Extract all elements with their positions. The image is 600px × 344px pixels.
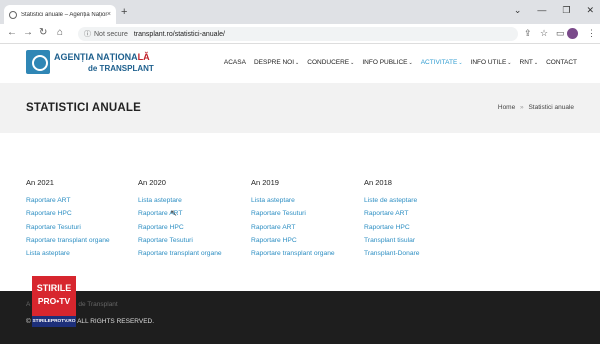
warning-icon: ⓘ bbox=[84, 31, 91, 38]
site-logo[interactable]: AGENȚIA NAȚIONALĂ de TRANSPLANT bbox=[26, 50, 154, 78]
menu-dots-icon[interactable]: ⋮ bbox=[587, 28, 596, 39]
nav-item-acasa[interactable]: ACASA bbox=[224, 59, 246, 66]
stat-link[interactable]: Raportare HPC bbox=[138, 221, 222, 234]
year-column-2021: An 2021 Raportare ART Raportare HPC Rapo… bbox=[26, 178, 110, 260]
stat-link[interactable]: Raportare ART bbox=[26, 194, 110, 207]
statistics-content: An 2021 Raportare ART Raportare HPC Rapo… bbox=[0, 133, 600, 291]
stat-link[interactable]: Raportare Tesuturi bbox=[251, 207, 335, 220]
breadcrumb: Home » Statistici anuale bbox=[498, 104, 574, 111]
stat-link[interactable]: Raportare ART bbox=[251, 221, 335, 234]
tab-title: Statistici anuale – Agenția Națion... bbox=[21, 11, 107, 18]
share-icon[interactable]: ⇪ bbox=[524, 28, 532, 39]
home-icon[interactable]: ⌂ bbox=[57, 27, 63, 38]
profile-avatar[interactable] bbox=[567, 28, 578, 39]
breadcrumb-separator: » bbox=[520, 104, 524, 111]
stat-link[interactable]: Raportare ART bbox=[138, 207, 222, 220]
year-column-2019: An 2019 Lista asteptare Raportare Tesutu… bbox=[251, 178, 335, 260]
stat-link[interactable]: Raportare ART bbox=[364, 207, 420, 220]
page-title: STATISTICI ANUALE bbox=[26, 102, 141, 114]
year-heading: An 2020 bbox=[138, 178, 166, 187]
back-icon[interactable]: ← bbox=[7, 27, 17, 38]
chevron-down-icon: ⌄ bbox=[507, 60, 512, 66]
url-text: transplant.ro/statistici-anuale/ bbox=[133, 30, 225, 38]
watermark-bottom: STIRILEPROTV.RO bbox=[32, 316, 76, 327]
globe-icon bbox=[9, 10, 17, 19]
stat-link[interactable]: Raportare transplant organe bbox=[26, 234, 110, 247]
nav-item-conducere[interactable]: CONDUCERE⌄ bbox=[307, 59, 354, 66]
forward-icon[interactable]: → bbox=[23, 27, 33, 38]
page-title-band: STATISTICI ANUALE Home » Statistici anua… bbox=[0, 83, 600, 133]
main-nav: ACASA DESPRE NOI⌄ CONDUCERE⌄ INFO PUBLICE⌄ A… bbox=[224, 59, 577, 66]
window-controls: ⌄ — ❐ ✕ bbox=[514, 5, 594, 16]
site-footer: Ade Transplant © 22 . ALL RIGHTS RESERVED… bbox=[0, 291, 600, 344]
logo-mark-icon bbox=[26, 50, 50, 74]
chevron-down-icon: ⌄ bbox=[533, 60, 539, 66]
reload-icon[interactable]: ↻ bbox=[39, 27, 47, 38]
stat-link[interactable]: Raportare HPC bbox=[364, 221, 420, 234]
bookmark-star-icon[interactable]: ☆ bbox=[540, 28, 548, 39]
minimize-icon[interactable]: — bbox=[537, 5, 546, 16]
chevron-down-icon: ⌄ bbox=[295, 60, 300, 66]
chevron-down-icon: ⌄ bbox=[408, 60, 413, 66]
url-field[interactable]: ⓘ Not secure transplant.ro/statistici-an… bbox=[78, 27, 518, 41]
nav-item-info-publice[interactable]: INFO PUBLICE⌄ bbox=[362, 59, 412, 66]
site-header: AGENȚIA NAȚIONALĂ de TRANSPLANT ACASA DES… bbox=[0, 44, 600, 83]
year-heading: An 2018 bbox=[364, 178, 392, 187]
chevron-down-icon: ⌄ bbox=[458, 60, 463, 66]
year-heading: An 2021 bbox=[26, 178, 54, 187]
logo-line1: AGENȚIA NAȚIONALĂ bbox=[54, 52, 150, 62]
stat-link[interactable]: Raportare HPC bbox=[26, 207, 110, 220]
tab-search-icon[interactable]: ⌄ bbox=[514, 5, 522, 16]
stat-link[interactable]: Lista asteptare bbox=[26, 247, 110, 260]
address-bar-row: ← → ↻ ⌂ ⓘ Not secure transplant.ro/stati… bbox=[0, 24, 600, 44]
mouse-cursor-icon: ↖ bbox=[170, 208, 178, 218]
stat-link[interactable]: Raportare HPC bbox=[251, 234, 335, 247]
sidebar-icon[interactable]: ▭ bbox=[556, 28, 565, 39]
stat-link[interactable]: Raportare Tesuturi bbox=[138, 234, 222, 247]
nav-item-rnt[interactable]: RNT⌄ bbox=[520, 59, 539, 66]
new-tab-button[interactable]: + bbox=[121, 6, 127, 18]
breadcrumb-home[interactable]: Home bbox=[498, 104, 515, 111]
browser-tab[interactable]: Statistici anuale – Agenția Națion... × bbox=[4, 5, 116, 24]
logo-line2: de TRANSPLANT bbox=[88, 64, 154, 73]
restore-icon[interactable]: ❐ bbox=[562, 5, 570, 16]
nav-item-info-utile[interactable]: INFO UTILE⌄ bbox=[471, 59, 512, 66]
nav-item-despre-noi[interactable]: DESPRE NOI⌄ bbox=[254, 59, 299, 66]
stat-link[interactable]: Raportare transplant organe bbox=[138, 247, 222, 260]
nav-item-contact[interactable]: CONTACT bbox=[546, 59, 577, 66]
year-column-2018: An 2018 Liste de asteptare Raportare ART… bbox=[364, 178, 420, 260]
year-heading: An 2019 bbox=[251, 178, 279, 187]
year-column-2020: An 2020 Lista asteptare Raportare ART Ra… bbox=[138, 178, 222, 260]
tab-close-icon[interactable]: × bbox=[107, 11, 111, 18]
watermark-top: STIRILE PRO•TV bbox=[32, 276, 76, 316]
stat-link[interactable]: Lista asteptare bbox=[251, 194, 335, 207]
stat-link[interactable]: Transplant-Donare bbox=[364, 247, 420, 260]
stat-link[interactable]: Liste de asteptare bbox=[364, 194, 420, 207]
chevron-down-icon: ⌄ bbox=[350, 60, 355, 66]
nav-item-activitate[interactable]: ACTIVITATE⌄ bbox=[421, 59, 463, 66]
stat-link[interactable]: Raportare Tesuturi bbox=[26, 221, 110, 234]
stat-link[interactable]: Lista asteptare bbox=[138, 194, 222, 207]
not-secure-label: Not secure bbox=[94, 30, 128, 38]
stat-link[interactable]: Transplant tisular bbox=[364, 234, 420, 247]
close-window-icon[interactable]: ✕ bbox=[586, 5, 594, 16]
stirile-protv-watermark: STIRILE PRO•TV STIRILEPROTV.RO bbox=[32, 276, 76, 334]
breadcrumb-current: Statistici anuale bbox=[528, 104, 574, 111]
stat-link[interactable]: Raportare transplant organe bbox=[251, 247, 335, 260]
browser-tab-bar: Statistici anuale – Agenția Națion... × … bbox=[0, 0, 600, 24]
